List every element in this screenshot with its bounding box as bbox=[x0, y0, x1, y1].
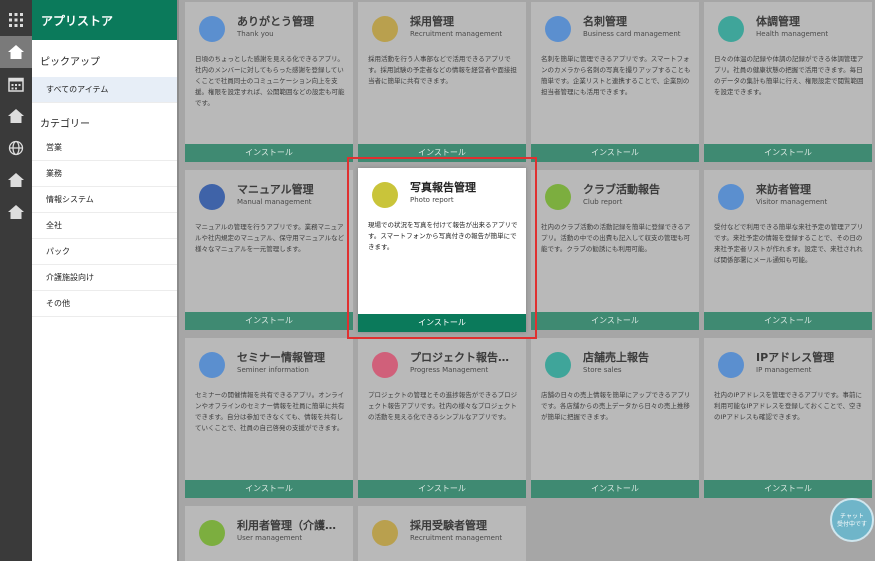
home-icon-2[interactable] bbox=[0, 100, 32, 132]
menu-item-operations[interactable]: 業務 bbox=[32, 161, 177, 187]
app-subtitle: Club report bbox=[583, 198, 623, 206]
install-button[interactable]: インストール bbox=[704, 480, 872, 498]
menu-title: アプリストア bbox=[32, 0, 177, 40]
menu-item-pack[interactable]: パック bbox=[32, 239, 177, 265]
home-icon-3[interactable] bbox=[0, 164, 32, 196]
app-description: プロジェクトの管理とその進捗報告ができるプロジェクト報告アプリです。社内の様々な… bbox=[368, 391, 518, 421]
category-heading: カテゴリー bbox=[40, 119, 90, 130]
app-card[interactable]: プロジェクト報告… Progress Management プロジェクトの管理とその… bbox=[358, 338, 526, 498]
app-card[interactable]: 店舗売上報告 Store sales 店舗の日々の売上情報を簡単にアップできるアプリ… bbox=[531, 338, 699, 498]
app-card[interactable]: IPアドレス管理 IP management 社内のIPアドレスを管理できるアプリで… bbox=[704, 338, 872, 498]
apps-grid-icon[interactable] bbox=[0, 4, 32, 36]
app-description: 名刺を簡単に管理できるアプリです。スマートフォンのカメラから名刺の写真を撮りアッ… bbox=[541, 55, 691, 96]
app-subtitle: Recruitment management bbox=[410, 30, 503, 38]
location-pin-icon bbox=[718, 352, 744, 378]
home-icon-4[interactable] bbox=[0, 196, 32, 228]
visitor-icon bbox=[718, 184, 744, 210]
app-title: プロジェクト報告… bbox=[410, 351, 509, 364]
icon-rail bbox=[0, 0, 32, 561]
app-subtitle: Seminer information bbox=[237, 366, 309, 374]
app-subtitle: Health management bbox=[756, 30, 829, 38]
app-description: 受付などで利用できる簡単な来社予定の管理アプリです。来社予定の情報を登録すること… bbox=[714, 223, 864, 264]
menu-item-all-items[interactable]: すべてのアイテム bbox=[32, 77, 177, 103]
user-icon bbox=[199, 520, 225, 546]
menu-item-care-facility[interactable]: 介護施設向け bbox=[32, 265, 177, 291]
app-description: 社内のクラブ活動の活動記録を簡単に登録できるアプリ。活動の中での出費も記入して収… bbox=[541, 223, 691, 253]
app-title: マニュアル管理 bbox=[237, 183, 314, 196]
app-title: セミナー情報管理 bbox=[237, 351, 325, 364]
app-subtitle: IP management bbox=[756, 366, 812, 374]
menu-item-other[interactable]: その他 bbox=[32, 291, 177, 317]
app-description: セミナーの開催情報を共有できるアプリ。オンラインやオフラインのセミナー情報を社員… bbox=[195, 391, 345, 432]
app-card[interactable]: 採用受験者管理 Recruitment management bbox=[358, 506, 526, 561]
chat-label-2: 受付中です bbox=[836, 521, 867, 528]
club-icon bbox=[545, 184, 571, 210]
app-description: 日頃のちょっとした感謝を見える化できるアプリ。社内のメンバーに対してもらった感謝… bbox=[195, 55, 345, 107]
app-card[interactable]: ありがとう管理 Thank you 日頃のちょっとした感謝を見える化できるアプリ。社… bbox=[185, 2, 353, 162]
app-title: 体調管理 bbox=[756, 15, 800, 28]
chat-label-1: チャット bbox=[840, 513, 864, 520]
app-title: 採用管理 bbox=[410, 15, 454, 28]
presentation-icon bbox=[199, 352, 225, 378]
app-description: 日々の体温の記録や体調の記録ができる体調管理アプリ。社員の健康状態の把握で活用で… bbox=[714, 55, 864, 96]
install-button[interactable]: インストール bbox=[358, 480, 526, 498]
install-button[interactable]: インストール bbox=[185, 144, 353, 162]
chat-bubble-button[interactable]: チャット 受付中です bbox=[830, 498, 874, 542]
install-button[interactable]: インストール bbox=[185, 480, 353, 498]
calendar-icon[interactable] bbox=[0, 68, 32, 100]
app-subtitle: Store sales bbox=[583, 366, 622, 374]
app-card[interactable]: マニュアル管理 Manual management マニュアルの管理を行うアプリです… bbox=[185, 170, 353, 330]
app-title: 採用受験者管理 bbox=[410, 519, 487, 532]
app-description: 店舗の日々の売上情報を簡単にアップできるアプリです。各店舗からの売上データから日… bbox=[541, 391, 691, 421]
app-store-menu: アプリストア ピックアップ すべてのアイテム カテゴリー 営業 業務 情報システ… bbox=[32, 0, 177, 561]
app-subtitle: Manual management bbox=[237, 198, 312, 206]
install-button[interactable]: インストール bbox=[704, 312, 872, 330]
app-card[interactable]: セミナー情報管理 Seminer information セミナーの開催情報を共有で… bbox=[185, 338, 353, 498]
book-icon bbox=[199, 184, 225, 210]
pickup-heading: ピックアップ bbox=[40, 57, 100, 68]
highlight-frame bbox=[347, 157, 537, 339]
app-card[interactable]: 利用者管理（介護… User management bbox=[185, 506, 353, 561]
home-icon[interactable] bbox=[0, 36, 32, 68]
install-button[interactable]: インストール bbox=[531, 480, 699, 498]
app-title: 来訪者管理 bbox=[756, 183, 811, 196]
app-card[interactable]: 採用管理 Recruitment management 採用活動を行う人事部などで活… bbox=[358, 2, 526, 162]
app-card[interactable]: 来訪者管理 Visitor management 受付などで利用できる簡単な来社予定… bbox=[704, 170, 872, 330]
app-subtitle: Progress Management bbox=[410, 366, 489, 374]
globe-icon[interactable] bbox=[0, 132, 32, 164]
app-description: 採用活動を行う人事部などで活用できるアプリです。採用試験の予定者などの情報を経営… bbox=[368, 55, 517, 85]
badge-icon bbox=[372, 520, 398, 546]
app-title: 店舗売上報告 bbox=[583, 351, 649, 364]
app-title: IPアドレス管理 bbox=[756, 351, 835, 364]
install-button[interactable]: インストール bbox=[704, 144, 872, 162]
install-button[interactable]: インストール bbox=[185, 312, 353, 330]
app-subtitle: Recruitment management bbox=[410, 534, 503, 542]
menu-item-sales[interactable]: 営業 bbox=[32, 135, 177, 161]
install-button[interactable]: インストール bbox=[531, 312, 699, 330]
app-description: 社内のIPアドレスを管理できるアプリです。事前に利用可能なIPアドレスを登録して… bbox=[714, 391, 863, 421]
app-description: マニュアルの管理を行うアプリです。業務マニュアルや社内規定のマニュアル、保守用マ… bbox=[195, 223, 345, 253]
clipboard-icon bbox=[372, 352, 398, 378]
app-title: ありがとう管理 bbox=[237, 15, 314, 28]
app-title: クラブ活動報告 bbox=[583, 183, 660, 196]
app-subtitle: Visitor management bbox=[756, 198, 828, 206]
app-title: 名刺管理 bbox=[583, 15, 627, 28]
app-subtitle: User management bbox=[237, 534, 303, 542]
stethoscope-icon bbox=[718, 16, 744, 42]
store-icon bbox=[545, 352, 571, 378]
app-card[interactable]: 体調管理 Health management 日々の体温の記録や体調の記録ができる体… bbox=[704, 2, 872, 162]
app-card[interactable]: 名刺管理 Business card management 名刺を簡単に管理できるア… bbox=[531, 2, 699, 162]
card-icon bbox=[545, 16, 571, 42]
app-subtitle: Business card management bbox=[583, 30, 681, 38]
menu-item-it-systems[interactable]: 情報システム bbox=[32, 187, 177, 213]
badge-icon bbox=[372, 16, 398, 42]
app-subtitle: Thank you bbox=[237, 30, 274, 38]
app-title: 利用者管理（介護… bbox=[237, 519, 336, 532]
thumbs-up-icon bbox=[199, 16, 225, 42]
install-button[interactable]: インストール bbox=[531, 144, 699, 162]
menu-item-company-wide[interactable]: 全社 bbox=[32, 213, 177, 239]
app-card[interactable]: クラブ活動報告 Club report 社内のクラブ活動の活動記録を簡単に登録できる… bbox=[531, 170, 699, 330]
